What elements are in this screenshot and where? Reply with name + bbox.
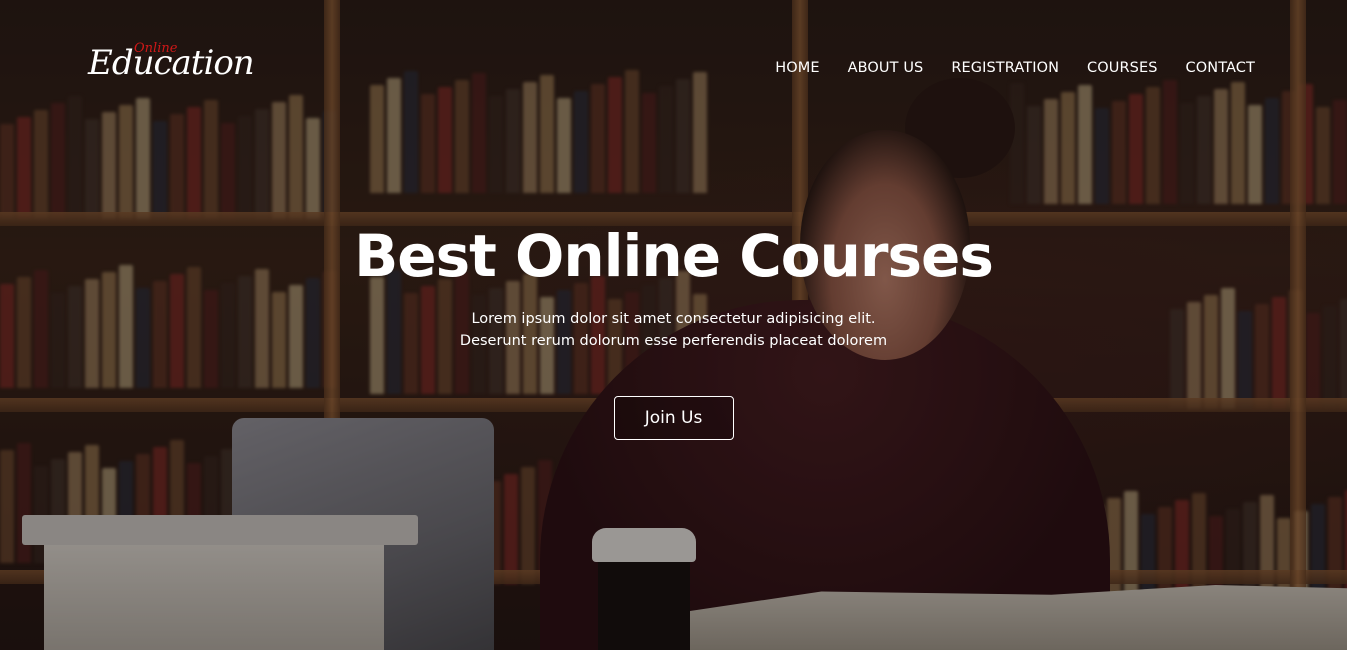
site-header: Education Online HOME ABOUT US REGISTRAT… (0, 0, 1347, 130)
nav-contact[interactable]: CONTACT (1186, 60, 1255, 76)
hero-subtext-line-1: Lorem ipsum dolor sit amet consectetur a… (471, 311, 876, 327)
main-nav: HOME ABOUT US REGISTRATION COURSES CONTA… (775, 60, 1255, 76)
nav-courses[interactable]: COURSES (1087, 60, 1158, 76)
hero-content: Best Online Courses Lorem ipsum dolor si… (0, 218, 1347, 440)
nav-home[interactable]: HOME (775, 60, 819, 76)
hero-subtext: Lorem ipsum dolor sit amet consectetur a… (324, 308, 1024, 352)
hero-subtext-line-2: Deserunt rerum dolorum esse perferendis … (459, 333, 888, 349)
logo-subtitle: Online (134, 41, 178, 56)
nav-about-us[interactable]: ABOUT US (848, 60, 924, 76)
hero-headline: Best Online Courses (354, 222, 994, 290)
site-logo[interactable]: Education Online (88, 36, 255, 96)
join-us-button[interactable]: Join Us (613, 396, 734, 440)
hero-section: Education Online HOME ABOUT US REGISTRAT… (0, 0, 1347, 650)
nav-registration[interactable]: REGISTRATION (951, 60, 1059, 76)
